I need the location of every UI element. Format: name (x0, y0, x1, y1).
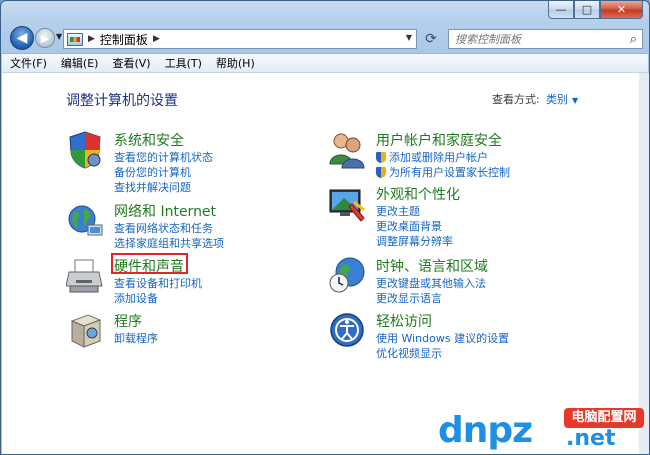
link-item[interactable]: 更改主题 (376, 204, 453, 219)
history-dropdown-icon[interactable]: ▼ (56, 32, 62, 41)
link-item[interactable]: 查看您的计算机状态 (114, 150, 213, 165)
view-by-dropdown[interactable]: 类别 ▼ (546, 91, 578, 107)
breadcrumb-control-panel[interactable]: 控制面板 (100, 31, 148, 48)
address-bar[interactable]: ▶ 控制面板 ▶ ▼ (63, 29, 417, 49)
link-item[interactable]: 优化视频显示 (376, 346, 509, 361)
link-item[interactable]: 更改键盘或其他输入法 (376, 276, 486, 291)
printer-icon[interactable] (66, 256, 104, 296)
category-links: 查看设备和打印机 添加设备 (114, 276, 202, 306)
maximize-button[interactable]: □ (574, 1, 600, 19)
view-by-label: 查看方式: (492, 93, 540, 106)
link-text[interactable]: 添加或删除用户帐户 (389, 150, 488, 165)
network-globe-icon[interactable] (66, 201, 104, 241)
caption-buttons: — □ ✕ (548, 1, 643, 19)
category-links: 使用 Windows 建议的设置 优化视频显示 (376, 331, 509, 361)
control-panel-icon (67, 32, 83, 46)
users-icon[interactable] (328, 130, 366, 170)
minimize-button[interactable]: — (548, 1, 574, 19)
category-links: 查看您的计算机状态 备份您的计算机 查找并解决问题 (114, 150, 213, 195)
view-by-value[interactable]: 类别 (546, 93, 568, 106)
content-pane: 调整计算机的设置 查看方式: 类别 ▼ 系统和安全 查看您的计算机状态 备份您的计… (2, 73, 639, 454)
programs-box-icon[interactable] (66, 311, 104, 351)
category-links: 更改键盘或其他输入法 更改显示语言 (376, 276, 486, 306)
menu-bar: 文件(F) 编辑(E) 查看(V) 工具(T) 帮助(H) (2, 53, 648, 73)
link-item[interactable]: 更改显示语言 (376, 291, 486, 306)
category-title[interactable]: 网络和 Internet (114, 201, 216, 221)
link-item[interactable]: 调整屏幕分辨率 (376, 234, 453, 249)
menu-edit[interactable]: 编辑(E) (61, 55, 99, 71)
close-button[interactable]: ✕ (600, 1, 643, 19)
link-item[interactable]: 添加或删除用户帐户 (376, 150, 510, 165)
link-item[interactable]: 添加设备 (114, 291, 202, 306)
watermark-tag: 电脑配置网 (564, 408, 644, 428)
link-item[interactable]: 使用 Windows 建议的设置 (376, 331, 509, 346)
link-item[interactable]: 查看设备和打印机 (114, 276, 202, 291)
category-links: 查看网络状态和任务 选择家庭组和共享选项 (114, 221, 224, 251)
link-item[interactable]: 为所有用户设置家长控制 (376, 165, 510, 180)
search-box[interactable]: ⌕ (448, 29, 643, 49)
link-item[interactable]: 选择家庭组和共享选项 (114, 236, 224, 251)
link-item[interactable]: 查找并解决问题 (114, 180, 213, 195)
refresh-icon[interactable]: ⟳ (421, 29, 441, 49)
link-item[interactable]: 更改桌面背景 (376, 219, 453, 234)
menu-view[interactable]: 查看(V) (112, 55, 150, 71)
uac-shield-icon (376, 167, 386, 178)
clock-globe-icon[interactable] (328, 256, 366, 296)
category-links: 卸载程序 (114, 331, 158, 346)
menu-help[interactable]: 帮助(H) (216, 55, 255, 71)
appearance-monitor-icon[interactable] (328, 184, 366, 224)
highlight-box (111, 253, 188, 274)
forward-icon[interactable]: ▶ (35, 28, 55, 48)
title-bar: — □ ✕ (1, 1, 649, 23)
category-links: 更改主题 更改桌面背景 调整屏幕分辨率 (376, 204, 453, 249)
category-links: 添加或删除用户帐户 为所有用户设置家长控制 (376, 150, 510, 180)
search-icon[interactable]: ⌕ (630, 32, 637, 47)
watermark-brand: dnpz (438, 410, 533, 451)
watermark-domain: .net (566, 426, 616, 451)
dropdown-arrow-icon[interactable]: ▼ (572, 96, 578, 105)
back-icon[interactable]: ◀ (10, 26, 34, 50)
link-item[interactable]: 卸载程序 (114, 331, 158, 346)
page-title: 调整计算机的设置 (66, 93, 178, 109)
breadcrumb-chevron-icon[interactable]: ▶ (88, 34, 95, 44)
ease-of-access-icon[interactable] (328, 311, 366, 351)
uac-shield-icon (376, 152, 386, 163)
category-title[interactable]: 用户帐户和家庭安全 (376, 130, 502, 150)
category-title[interactable]: 轻松访问 (376, 311, 432, 331)
menu-file[interactable]: 文件(F) (10, 55, 47, 71)
site-watermark: dnpz 电脑配置网 .net (438, 404, 648, 452)
breadcrumb-chevron-icon[interactable]: ▶ (153, 34, 160, 44)
link-item[interactable]: 查看网络状态和任务 (114, 221, 224, 236)
control-panel-window: — □ ✕ ◀ ▶ ▼ ▶ 控制面板 ▶ ▼ ⟳ ⌕ 文件(F) 编辑(E) 查… (0, 0, 650, 455)
link-text[interactable]: 为所有用户设置家长控制 (389, 165, 510, 180)
category-title[interactable]: 程序 (114, 311, 142, 331)
scrollbar[interactable] (639, 73, 649, 454)
category-title[interactable]: 外观和个性化 (376, 184, 460, 204)
link-item[interactable]: 备份您的计算机 (114, 165, 213, 180)
category-title[interactable]: 系统和安全 (114, 130, 184, 150)
address-dropdown-icon[interactable]: ▼ (406, 33, 412, 42)
category-title[interactable]: 时钟、语言和区域 (376, 256, 488, 276)
navigation-bar: ◀ ▶ ▼ ▶ 控制面板 ▶ ▼ ⟳ ⌕ (1, 25, 649, 53)
search-input[interactable] (449, 30, 619, 48)
security-shield-icon[interactable] (66, 130, 104, 170)
menu-tools[interactable]: 工具(T) (165, 55, 202, 71)
